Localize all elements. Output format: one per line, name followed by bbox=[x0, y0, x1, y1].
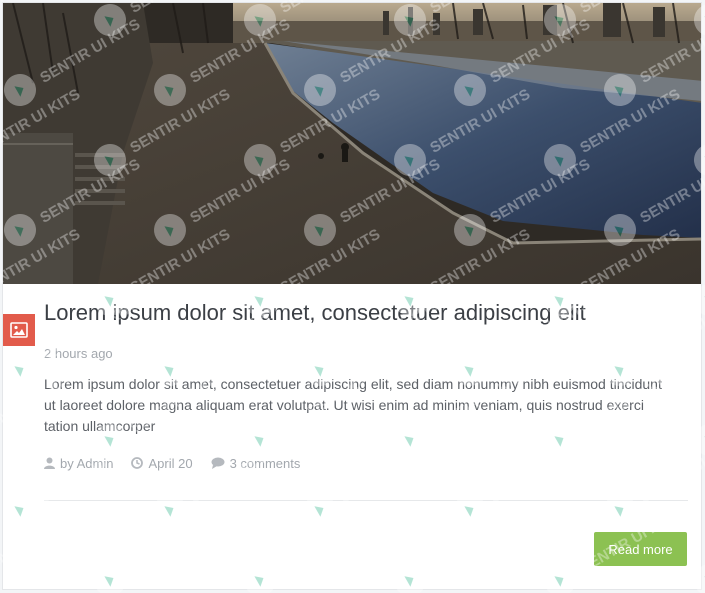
river-photo bbox=[3, 3, 701, 284]
post-excerpt: Lorem ipsum dolor sit amet, consectetuer… bbox=[44, 376, 662, 434]
post-date[interactable]: April 20 bbox=[131, 456, 193, 471]
post-title[interactable]: Lorem ipsum dolor sit amet, consectetuer… bbox=[44, 298, 684, 328]
post-comments[interactable]: 3 comments bbox=[211, 456, 301, 471]
post-author[interactable]: by Admin bbox=[44, 456, 113, 471]
clock-icon bbox=[131, 457, 144, 469]
user-icon bbox=[44, 457, 55, 469]
post-type-badge bbox=[3, 314, 35, 346]
image-icon bbox=[10, 322, 28, 338]
blog-post-card: Lorem ipsum dolor sit amet, consectetuer… bbox=[2, 2, 702, 590]
divider bbox=[44, 500, 688, 501]
post-date-link[interactable]: April 20 bbox=[148, 456, 192, 471]
post-time: 2 hours ago bbox=[44, 346, 113, 361]
post-comments-link[interactable]: 3 comments bbox=[230, 456, 301, 471]
read-more-button[interactable]: Read more bbox=[594, 532, 687, 566]
comment-icon bbox=[211, 457, 225, 469]
post-meta: by Admin April 20 3 comments bbox=[44, 454, 300, 472]
post-author-link[interactable]: by Admin bbox=[60, 456, 113, 471]
post-hero-image[interactable] bbox=[3, 3, 701, 284]
